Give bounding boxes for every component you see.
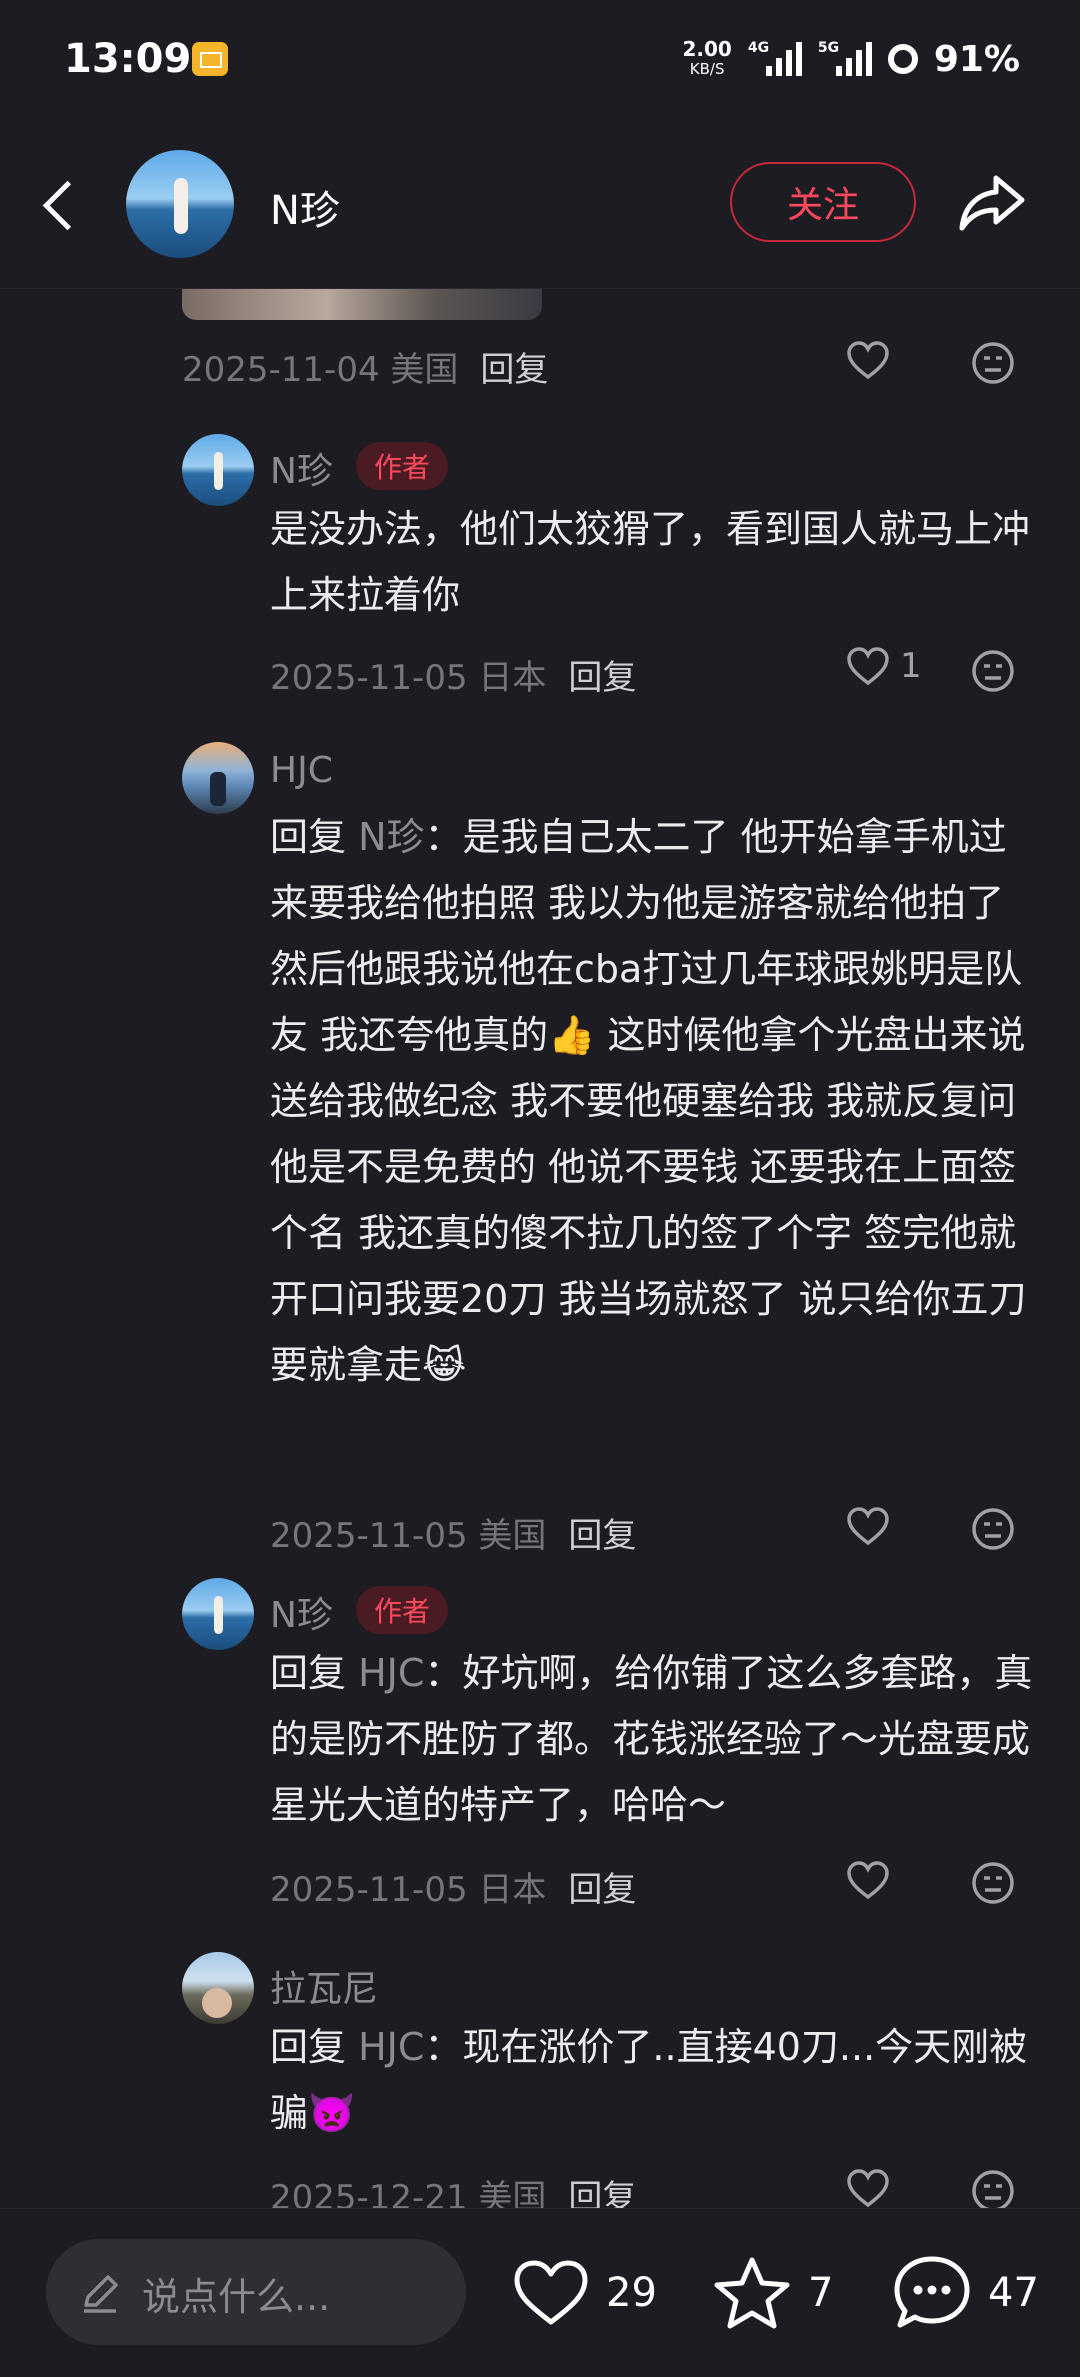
like-count: 29 (606, 2270, 657, 2316)
comment-meta: 2025-11-05 美国 回复 (270, 1516, 637, 1556)
comment-input[interactable]: 说点什么... (46, 2239, 466, 2345)
comment-button[interactable]: 47 (892, 2253, 1039, 2333)
comment-meta: 2025-11-05 日本 回复 (270, 1870, 637, 1910)
heart-icon (847, 647, 889, 686)
reply-button[interactable]: 回复 (568, 1870, 636, 1910)
comment-image[interactable] (182, 288, 542, 320)
dislike-face-icon[interactable] (970, 648, 1016, 694)
like-button[interactable] (846, 2168, 890, 2208)
comment-meta: 2025-12-21 美国 回复 (270, 2170, 636, 2208)
comment-bubble-icon (894, 2256, 970, 2328)
author-badge: 作者 (356, 442, 448, 490)
comment-text[interactable]: 回复 N珍：是我自己太二了 他开始拿手机过来要我给他拍照 我以为他是游客就给他拍… (270, 804, 1040, 1398)
favorite-count: 7 (808, 2270, 834, 2316)
dislike-face-icon[interactable] (970, 2168, 1016, 2208)
heart-icon (847, 1507, 889, 1546)
comment-list: 2025-11-04 美国 回复 N珍 作者 是没办法，他们太狡猾了，看到国人就马… (0, 288, 1080, 2208)
like-button[interactable] (846, 1860, 890, 1900)
avatar[interactable] (182, 434, 254, 506)
pen-icon (84, 2275, 118, 2313)
author-avatar[interactable] (126, 150, 234, 258)
dislike-face-icon[interactable] (970, 1506, 1016, 1552)
avatar[interactable] (182, 742, 254, 814)
top-nav: N珍 关注 (0, 120, 1080, 289)
reply-button[interactable]: 回复 (480, 350, 548, 390)
commenter-name[interactable]: HJC (270, 750, 333, 791)
status-time: 13:09 (64, 36, 192, 82)
reply-button[interactable]: 回复 (568, 2178, 636, 2208)
avatar[interactable] (182, 1578, 254, 1650)
commenter-name[interactable]: N珍 (270, 442, 333, 494)
heart-icon (514, 2260, 588, 2325)
like-count: 1 (900, 646, 922, 686)
author-badge: 作者 (356, 1586, 448, 1634)
signal-5g-icon: 5G (818, 40, 872, 76)
bottom-action-bar: 说点什么... 29 7 47 (0, 2208, 1080, 2377)
heart-icon (847, 1861, 889, 1900)
status-bar: 13:09 2.00 KB/S 4G 5G 91% (0, 0, 1080, 120)
comment-text[interactable]: 是没办法，他们太狡猾了，看到国人就马上冲上来拉着你 (270, 496, 1040, 628)
commenter-name[interactable]: N珍 (270, 1586, 333, 1638)
comment-text[interactable]: 回复 HJC：现在涨价了..直接40刀...今天刚被骗👿 (270, 2014, 1040, 2146)
reply-button[interactable]: 回复 (568, 658, 636, 698)
dislike-face-icon[interactable] (970, 340, 1016, 386)
dislike-face-icon[interactable] (970, 1860, 1016, 1906)
commenter-name[interactable]: 拉瓦尼 (270, 1960, 378, 2012)
comment-count: 47 (988, 2270, 1039, 2316)
star-icon (714, 2257, 790, 2329)
follow-button[interactable]: 关注 (730, 162, 916, 242)
reply-target[interactable]: HJC (358, 2025, 424, 2069)
reply-target[interactable]: N珍 (358, 815, 424, 859)
heart-icon (847, 341, 889, 380)
like-post-button[interactable]: 29 (512, 2253, 657, 2333)
signal-4g-icon: 4G (748, 40, 802, 76)
comment-text[interactable]: 回复 HJC：好坑啊，给你铺了这么多套路，真的是防不胜防了都。花钱涨经验了～光盘… (270, 1640, 1040, 1838)
input-placeholder: 说点什么... (142, 2275, 331, 2319)
share-icon[interactable] (956, 170, 1028, 236)
status-indicators: 2.00 KB/S 4G 5G 91% (682, 34, 1020, 84)
author-name[interactable]: N珍 (270, 178, 340, 236)
avatar[interactable] (182, 1952, 254, 2024)
heart-icon (847, 2169, 889, 2208)
back-icon[interactable] (36, 170, 86, 240)
like-button[interactable]: 1 (846, 646, 922, 686)
net-speed: 2.00 KB/S (682, 37, 732, 78)
reply-button[interactable]: 回复 (568, 1516, 636, 1556)
like-button[interactable] (846, 340, 890, 380)
mail-notification-icon (192, 42, 228, 76)
comment-meta: 2025-11-05 日本 回复 (270, 658, 637, 698)
reply-target[interactable]: HJC (358, 1651, 424, 1695)
battery-icon (887, 44, 918, 74)
comment-meta: 2025-11-04 美国 回复 (182, 350, 549, 390)
like-button[interactable] (846, 1506, 890, 1546)
favorite-button[interactable]: 7 (712, 2253, 833, 2333)
battery-percent: 91% (933, 38, 1020, 80)
